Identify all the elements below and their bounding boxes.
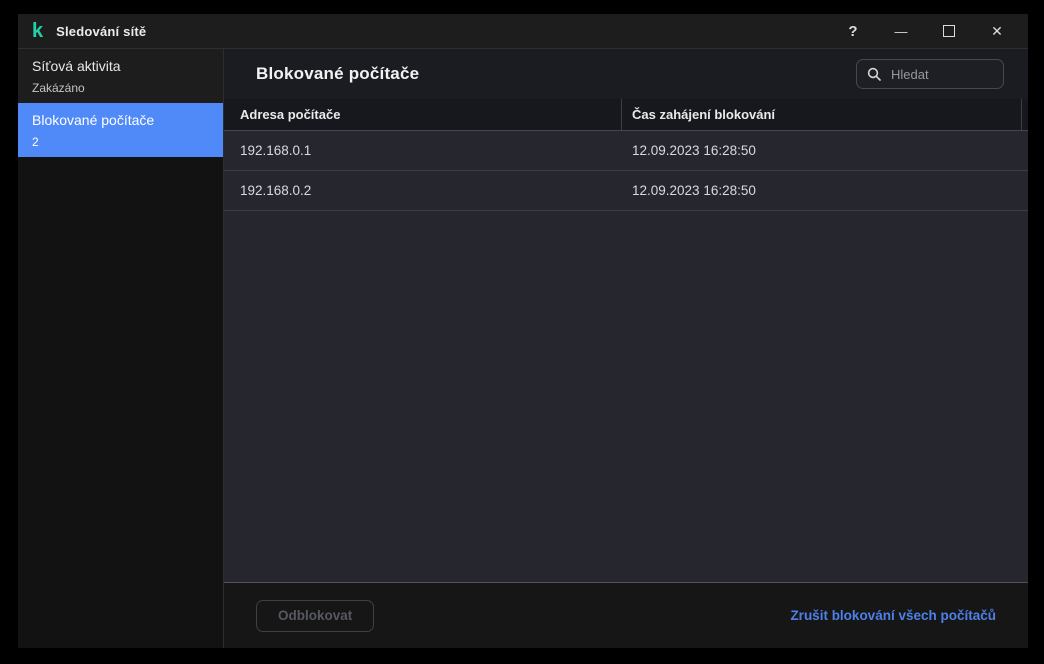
sidebar-item-network-activity[interactable]: Síťová aktivita Zakázáno [18,49,223,103]
cell-block-time: 12.09.2023 16:28:50 [632,143,756,158]
sidebar-item-blocked-computers[interactable]: Blokované počítače 2 [18,103,223,157]
title-bar: k Sledování sítě ? — ✕ [18,14,1028,49]
minimize-icon[interactable]: — [894,23,908,39]
table-row[interactable]: 192.168.0.1 12.09.2023 16:28:50 [224,131,1028,171]
table-header-spacer [1022,99,1028,130]
unblock-all-link[interactable]: Zrušit blokování všech počítačů [790,608,996,623]
app-window: k Sledování sítě ? — ✕ Síťová aktivita Z… [18,14,1028,648]
window-title: Sledování sítě [56,23,147,39]
help-icon[interactable]: ? [846,23,860,40]
table-body: 192.168.0.1 12.09.2023 16:28:50 192.168.… [224,131,1028,582]
maximize-icon[interactable] [942,23,956,39]
sidebar-item-label: Blokované počítače [32,112,155,128]
table-row[interactable]: 192.168.0.2 12.09.2023 16:28:50 [224,171,1028,211]
search-input[interactable] [889,65,993,83]
cell-address: 192.168.0.1 [240,143,312,158]
sidebar: Síťová aktivita Zakázáno Blokované počít… [18,49,224,648]
close-icon[interactable]: ✕ [990,23,1004,39]
search-box[interactable] [856,59,1004,89]
main-header: Blokované počítače [224,49,1028,99]
sidebar-item-count: 2 [32,135,39,149]
column-header-address[interactable]: Adresa počítače [224,99,622,130]
cell-block-time: 12.09.2023 16:28:50 [632,183,756,198]
main-panel: Blokované počítače Adresa počítače Čas z… [224,49,1028,648]
cell-address: 192.168.0.2 [240,183,312,198]
search-icon [867,67,881,81]
kaspersky-logo-icon: k [32,20,44,42]
sidebar-item-status: Zakázáno [32,81,85,95]
unblock-button[interactable]: Odblokovat [256,599,375,632]
sidebar-item-label: Síťová aktivita [32,58,121,74]
footer-bar: Odblokovat Zrušit blokování všech počíta… [224,582,1028,648]
page-title: Blokované počítače [256,64,420,83]
table-header: Adresa počítače Čas zahájení blokování [224,99,1028,131]
column-header-block-time[interactable]: Čas zahájení blokování [622,99,1022,130]
window-controls: ? — ✕ [846,23,1004,40]
